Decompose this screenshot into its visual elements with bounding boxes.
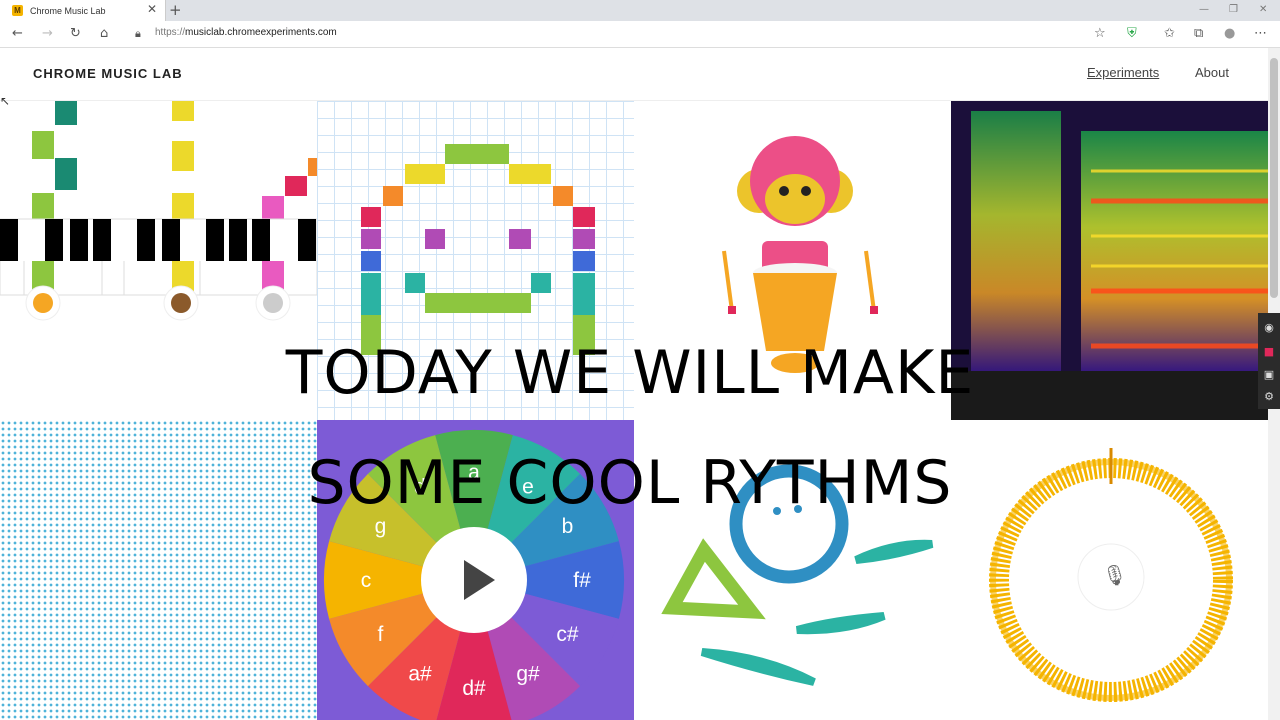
address-bar[interactable]: https://musiclab.chromeexperiments.com [155, 27, 337, 38]
star-icon[interactable]: ☆ [1094, 25, 1106, 43]
tab-title: Chrome Music Lab [30, 5, 106, 16]
camera-icon[interactable]: ◉ [1262, 321, 1276, 335]
site-header: CHROME MUSIC LAB Experiments About [0, 48, 1268, 101]
reload-icon[interactable]: ↻ [70, 25, 81, 43]
mouse-cursor-icon: ↖ [0, 94, 11, 108]
more-icon[interactable]: ⋯ [1254, 25, 1267, 43]
gallery-icon[interactable]: ▣ [1262, 368, 1276, 382]
url-host: musiclab.chromeexperiments.com [185, 27, 337, 38]
video-caption-overlay: TODAY WE WILL MAKE SOME COOL RYTHMS [240, 318, 1020, 538]
chord-note-label: d# [462, 677, 486, 700]
tab-strip: M Chrome Music Lab ✕ + — ❐ ✕ [0, 0, 1280, 21]
lock-icon: 🔒︎ [135, 27, 141, 40]
site-brand[interactable]: CHROME MUSIC LAB [33, 66, 183, 81]
back-icon[interactable]: ← [12, 25, 23, 43]
close-window-icon[interactable]: ✕ [1259, 0, 1267, 21]
capture-toolbar: ◉ ■ ▣ ⚙ [1258, 313, 1280, 409]
scrollbar-thumb[interactable] [1270, 58, 1278, 298]
nav-experiments-link[interactable]: Experiments [1087, 65, 1159, 80]
nav-about-link[interactable]: About [1195, 65, 1229, 80]
browser-window: M Chrome Music Lab ✕ + — ❐ ✕ ← → ↻ ⌂ 🔒︎ … [0, 0, 1280, 720]
chord-note-label: c# [556, 623, 579, 646]
caption-line-2: SOME COOL RYTHMS [307, 448, 953, 518]
close-tab-icon[interactable]: ✕ [147, 2, 157, 16]
minimize-icon[interactable]: — [1199, 0, 1209, 21]
record-icon[interactable]: ■ [1262, 345, 1276, 359]
chord-note-label: c [361, 569, 372, 592]
favicon-icon: M [12, 5, 23, 16]
gear-icon[interactable]: ⚙ [1262, 390, 1276, 404]
browser-toolbar: ← → ↻ ⌂ 🔒︎ https://musiclab.chromeexperi… [0, 21, 1280, 48]
shield-icon[interactable]: ⛨ [1127, 25, 1137, 43]
restore-icon[interactable]: ❐ [1229, 0, 1238, 21]
new-tab-icon[interactable]: + [169, 0, 182, 21]
profile-icon[interactable]: ● [1224, 25, 1235, 43]
collections-icon[interactable]: ⧉ [1194, 25, 1203, 43]
caption-line-1: TODAY WE WILL MAKE [285, 338, 975, 408]
microphone-icon[interactable]: 🎙︎ [1102, 563, 1127, 587]
chord-note-label: a# [408, 663, 432, 686]
home-icon[interactable]: ⌂ [100, 25, 108, 43]
chord-note-label: f# [573, 569, 591, 592]
chord-note-label: g# [516, 663, 540, 686]
forward-icon[interactable]: → [42, 25, 53, 43]
chord-note-label: f [378, 623, 384, 646]
browser-tab[interactable]: M Chrome Music Lab ✕ [0, 0, 166, 21]
url-scheme: https:// [155, 27, 186, 38]
favorites-icon[interactable]: ✩ [1164, 25, 1175, 43]
